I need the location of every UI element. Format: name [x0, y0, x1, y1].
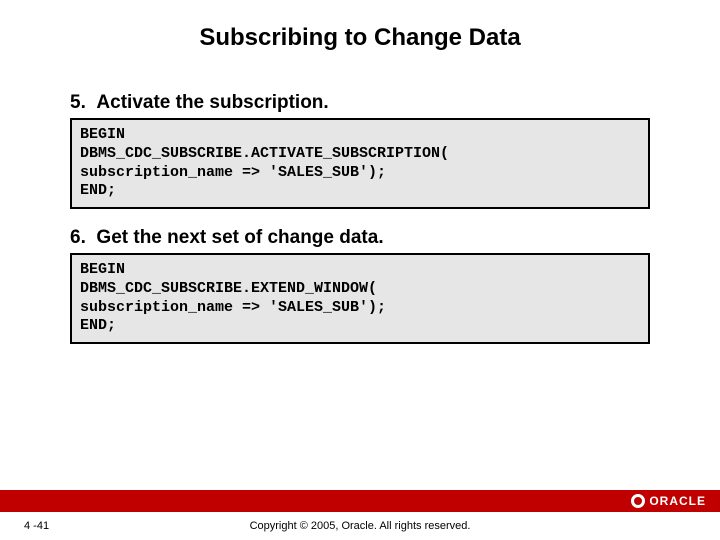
page-number: 4 -41: [24, 520, 49, 532]
step-number: 5.: [70, 92, 86, 113]
step-number: 6.: [70, 227, 86, 248]
oracle-logo: ORACLE: [631, 494, 706, 508]
footer-bottom: 4 -41 Copyright © 2005, Oracle. All righ…: [0, 512, 720, 540]
slide-title: Subscribing to Change Data: [0, 0, 720, 92]
step-heading-6: 6. Get the next set of change data.: [70, 227, 650, 249]
copyright-text: Copyright © 2005, Oracle. All rights res…: [0, 520, 720, 532]
step-heading-5: 5. Activate the subscription.: [70, 92, 650, 114]
step-label: Activate the subscription.: [96, 92, 328, 113]
footer-red-bar: ORACLE: [0, 490, 720, 512]
oracle-o-icon: [631, 494, 645, 508]
oracle-logo-text: ORACLE: [649, 494, 706, 508]
slide-content: 5. Activate the subscription. BEGIN DBMS…: [0, 92, 720, 344]
code-block-5: BEGIN DBMS_CDC_SUBSCRIBE.ACTIVATE_SUBSCR…: [70, 118, 650, 209]
step-label: Get the next set of change data.: [96, 227, 383, 248]
code-block-6: BEGIN DBMS_CDC_SUBSCRIBE.EXTEND_WINDOW( …: [70, 253, 650, 344]
